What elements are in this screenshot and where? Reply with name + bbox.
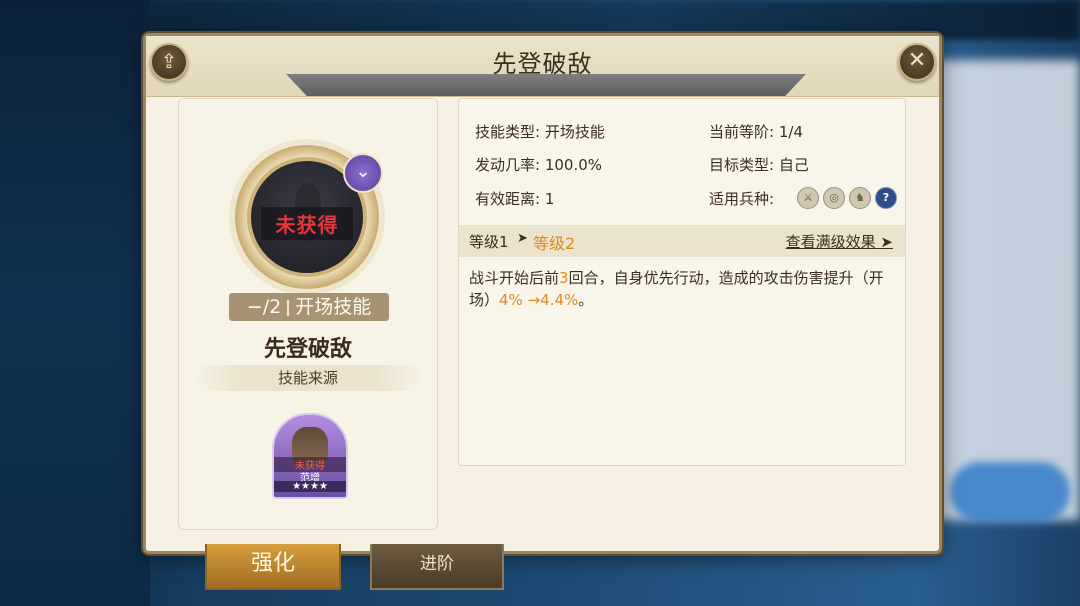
skill-kind-text: 开场技能 <box>295 296 372 318</box>
attr-trigger-rate: 发动几率: 100.0% <box>475 156 603 174</box>
share-icon[interactable]: ⇪ <box>150 43 188 81</box>
attr-effective-range: 有效距离: 1 <box>475 190 555 208</box>
background-left-nav <box>0 0 150 606</box>
tag-divider <box>287 299 290 316</box>
skill-info-panel: 技能类型: 开场技能 当前等阶: 1/4 发动几率: 100.0% 目标类型: … <box>458 98 906 466</box>
horse-icon[interactable]: ♞ <box>849 187 871 209</box>
question-icon[interactable]: ? <box>875 187 897 209</box>
sword-icon[interactable]: ⚔ <box>797 187 819 209</box>
unobtained-stamp: 未获得 <box>261 207 353 240</box>
skill-card-panel: 未获得 ⌄ −/2 开场技能 先登破敌 技能来源 未获得 范增 ★★★★ <box>178 98 438 530</box>
level-current: 等级1 <box>469 233 509 251</box>
skill-source-label: 技能来源 <box>193 365 423 391</box>
dialog-header: 先登破敌 ⇪ ✕ <box>146 36 939 97</box>
dialog-title: 先登破敌 <box>492 50 593 78</box>
level-arrow-icon: ➤ <box>517 231 528 246</box>
chevron-down-icon[interactable]: ⌄ <box>343 153 383 193</box>
attr-target-type: 目标类型: 自己 <box>709 156 809 174</box>
skill-description: 战斗开始后前3回合，自身优先行动，造成的攻击伤害提升（开场）4% →4.4%。 <box>469 269 884 309</box>
skill-level-tag: −/2 开场技能 <box>229 293 389 321</box>
view-max-level-link[interactable]: 查看满级效果 ➤ <box>786 231 893 252</box>
background-right-panel <box>930 60 1080 520</box>
tab-advance[interactable]: 进阶 <box>370 544 504 590</box>
tab-strengthen[interactable]: 强化 <box>205 544 341 590</box>
attr-current-rank: 当前等阶: 1/4 <box>709 123 803 141</box>
skill-name: 先登破敌 <box>263 337 352 362</box>
shield-icon[interactable]: ◎ <box>823 187 845 209</box>
attr-troop-types: 适用兵种: <box>709 190 775 208</box>
level-next: 等级2 <box>533 234 576 253</box>
skill-detail-dialog: 先登破敌 ⇪ ✕ 未获得 ⌄ −/2 开场技能 先登破敌 技能来源 未获得 范增 … <box>143 33 942 554</box>
close-icon[interactable]: ✕ <box>898 43 936 81</box>
skill-level-text: −/2 <box>246 296 282 318</box>
troop-icons: ⚔ ◎ ♞? <box>797 187 901 209</box>
background-right-button <box>950 462 1070 522</box>
level-bar: 等级1 ➤ 等级2 查看满级效果 ➤ <box>459 225 905 257</box>
hero-stars: ★★★★ <box>274 481 346 492</box>
hero-card[interactable]: 未获得 范增 ★★★★ <box>272 413 348 499</box>
attr-skill-type: 技能类型: 开场技能 <box>475 123 605 141</box>
